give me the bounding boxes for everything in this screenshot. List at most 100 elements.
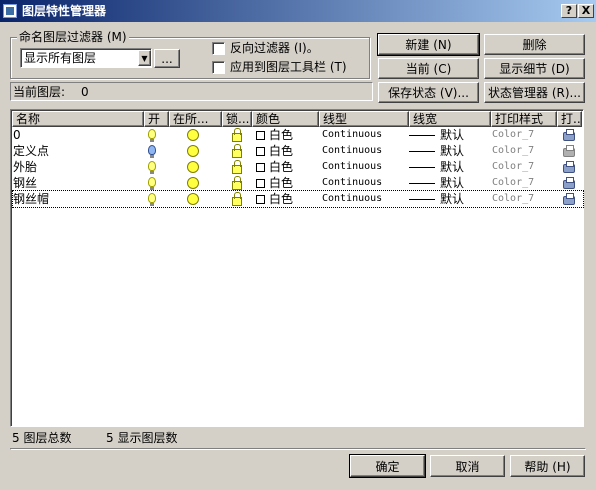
table-row[interactable]: 钢丝 白色 Continuous 默认 Color_7 <box>13 175 583 191</box>
plot-style: Color_7 <box>492 193 535 204</box>
lineweight[interactable]: 默认 <box>440 191 464 207</box>
layer-total-count: 5 图层总数 <box>12 431 72 445</box>
new-layer-button[interactable]: 新建 (N) <box>377 33 480 56</box>
app-icon <box>3 4 17 18</box>
color-name: 白色 <box>269 144 294 158</box>
color-swatch[interactable] <box>256 163 265 172</box>
printer-icon[interactable] <box>563 193 575 205</box>
linetype[interactable]: Continuous <box>322 159 382 175</box>
help-button[interactable]: 帮助 (H) <box>510 455 585 477</box>
table-row[interactable]: 钢丝帽 白色 Continuous 默认 Color_7 <box>12 190 584 208</box>
column-header-freeze[interactable]: 在所... <box>169 111 222 127</box>
printer-icon[interactable] <box>563 161 575 173</box>
lineweight[interactable]: 默认 <box>440 175 464 191</box>
unlock-icon[interactable] <box>232 128 242 142</box>
lineweight-line <box>409 135 435 136</box>
linetype[interactable]: Continuous <box>322 127 382 143</box>
show-details-button[interactable]: 显示细节 (D) <box>484 58 585 79</box>
lineweight-line <box>409 199 435 200</box>
column-header-lock[interactable]: 锁... <box>222 111 252 127</box>
printer-icon[interactable] <box>563 129 575 141</box>
thaw-sun-icon[interactable] <box>187 161 199 173</box>
lineweight-line <box>409 167 435 168</box>
apply-toolbar-label: 应用到图层工具栏 (T) <box>230 60 347 74</box>
color-swatch[interactable] <box>256 131 265 140</box>
layer-list[interactable]: 名称 开 在所... 锁... 颜色 线型 线宽 打印样式 打... 0 白色 … <box>10 109 584 427</box>
printer-disabled-icon[interactable] <box>563 145 575 157</box>
layer-filter-select[interactable]: 显示所有图层 <box>20 48 152 68</box>
lineweight[interactable]: 默认 <box>440 143 464 159</box>
plot-style: Color_7 <box>492 177 535 188</box>
thaw-sun-icon[interactable] <box>187 145 199 157</box>
color-name: 白色 <box>269 128 294 142</box>
linetype[interactable]: Continuous <box>322 175 382 191</box>
status-divider <box>10 448 586 450</box>
column-header-plot[interactable]: 打... <box>557 111 582 127</box>
lineweight-line <box>409 183 435 184</box>
layer-filter-value: 显示所有图层 <box>24 51 97 65</box>
lineweight[interactable]: 默认 <box>440 127 464 143</box>
current-layer-value: 0 <box>81 85 89 99</box>
unlock-icon[interactable] <box>232 160 242 174</box>
color-name: 白色 <box>269 192 294 206</box>
column-header-plot-style[interactable]: 打印样式 <box>491 111 557 127</box>
color-name: 白色 <box>269 176 294 190</box>
bulb-on-icon[interactable] <box>148 129 156 142</box>
delete-layer-button[interactable]: 删除 <box>484 34 585 55</box>
unlock-icon[interactable] <box>232 176 242 190</box>
color-swatch[interactable] <box>256 195 265 204</box>
layer-name: 外胎 <box>13 160 38 174</box>
title-bar: 图层特性管理器 ? X <box>0 0 596 22</box>
ok-button[interactable]: 确定 <box>349 454 426 478</box>
printer-icon[interactable] <box>563 177 575 189</box>
column-header-linetype[interactable]: 线型 <box>319 111 409 127</box>
bulb-on-icon[interactable] <box>148 161 156 174</box>
layer-filter-group-label: 命名图层过滤器 (M) <box>17 30 129 44</box>
color-name: 白色 <box>269 160 294 174</box>
bulb-on-icon[interactable] <box>148 177 156 190</box>
linetype[interactable]: Continuous <box>322 191 382 207</box>
table-row[interactable]: 0 白色 Continuous 默认 Color_7 <box>13 127 583 143</box>
linetype[interactable]: Continuous <box>322 143 382 159</box>
layer-name: 钢丝 <box>13 176 38 190</box>
bulb-blue-icon[interactable] <box>148 145 156 158</box>
state-manager-button[interactable]: 状态管理器 (R)... <box>484 82 585 103</box>
apply-toolbar-checkbox[interactable] <box>212 61 225 74</box>
help-title-button[interactable]: ? <box>561 4 577 18</box>
thaw-sun-icon[interactable] <box>187 193 199 205</box>
current-layer-bar: 当前图层: 0 <box>10 82 373 101</box>
dropdown-arrow-icon[interactable]: ▼ <box>138 50 151 66</box>
window-title: 图层特性管理器 <box>22 4 107 18</box>
table-row[interactable]: 外胎 白色 Continuous 默认 Color_7 <box>13 159 583 175</box>
status-bar: 5 图层总数 5 显示图层数 <box>10 429 586 447</box>
plot-style: Color_7 <box>492 161 535 172</box>
plot-style: Color_7 <box>492 129 535 140</box>
list-header: 名称 开 在所... 锁... 颜色 线型 线宽 打印样式 打... <box>12 111 582 127</box>
color-swatch[interactable] <box>256 147 265 156</box>
layer-name: 0 <box>13 128 21 142</box>
thaw-sun-icon[interactable] <box>187 177 199 189</box>
lineweight[interactable]: 默认 <box>440 159 464 175</box>
table-row[interactable]: 定义点 白色 Continuous 默认 Color_7 <box>13 143 583 159</box>
column-header-on[interactable]: 开 <box>144 111 169 127</box>
invert-filter-label: 反向过滤器 (I)。 <box>230 41 319 55</box>
thaw-sun-icon[interactable] <box>187 129 199 141</box>
unlock-icon[interactable] <box>232 192 242 206</box>
invert-filter-checkbox[interactable] <box>212 42 225 55</box>
filter-more-button[interactable]: ... <box>154 49 180 68</box>
set-current-button[interactable]: 当前 (C) <box>378 58 479 79</box>
close-button[interactable]: X <box>578 4 594 18</box>
save-state-button[interactable]: 保存状态 (V)... <box>378 82 479 103</box>
cancel-button[interactable]: 取消 <box>430 455 505 477</box>
column-header-name[interactable]: 名称 <box>12 111 144 127</box>
column-header-lineweight[interactable]: 线宽 <box>409 111 491 127</box>
column-header-color[interactable]: 颜色 <box>252 111 319 127</box>
current-layer-label: 当前图层: <box>13 85 66 99</box>
color-swatch[interactable] <box>256 179 265 188</box>
bulb-on-icon[interactable] <box>148 193 156 206</box>
layer-name: 钢丝帽 <box>13 192 50 206</box>
layer-name: 定义点 <box>13 144 50 158</box>
layer-shown-count: 5 显示图层数 <box>106 431 178 445</box>
unlock-icon[interactable] <box>232 144 242 158</box>
plot-style: Color_7 <box>492 145 535 156</box>
